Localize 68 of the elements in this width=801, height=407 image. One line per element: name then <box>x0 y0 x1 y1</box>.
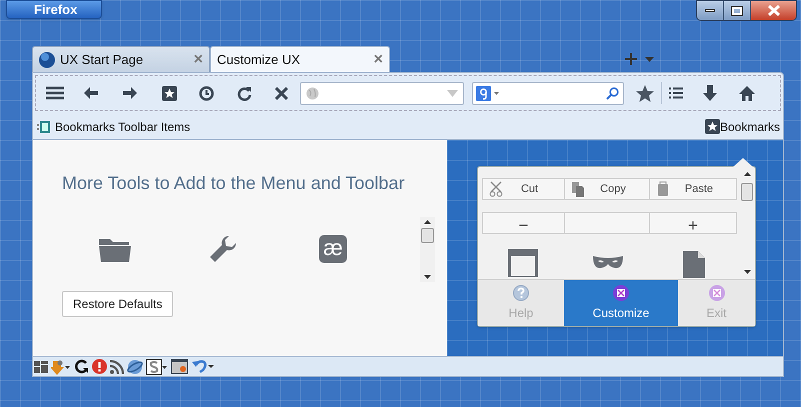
sync-icon[interactable] <box>74 359 89 374</box>
forward-arrow-icon[interactable] <box>123 87 137 99</box>
tab-label: Customize UX <box>217 50 300 69</box>
list-icon[interactable] <box>669 87 683 99</box>
tab-close-button[interactable]: × <box>374 52 383 68</box>
dropdown-arrow-icon[interactable] <box>645 56 654 62</box>
minimize-button[interactable] <box>697 1 724 20</box>
wrench-icon[interactable] <box>209 235 237 263</box>
clock-icon[interactable] <box>199 86 214 100</box>
scroll-up-icon[interactable] <box>424 220 431 224</box>
mask-icon[interactable] <box>593 255 623 269</box>
customize-icon <box>613 284 629 300</box>
window-icon[interactable] <box>508 249 538 277</box>
tab[interactable]: Customize UX × <box>210 46 390 72</box>
scroll-up-icon[interactable] <box>744 172 750 176</box>
clipboard-icon <box>656 181 670 197</box>
s-dropdown-icon[interactable] <box>146 358 168 374</box>
zoom-in-button[interactable]: + <box>650 212 737 234</box>
stop-icon[interactable] <box>275 86 288 100</box>
edit-button[interactable]: Paste <box>650 178 737 200</box>
search-icon[interactable] <box>606 86 619 100</box>
menu-icon[interactable] <box>46 86 64 100</box>
bookmarks-menu-button[interactable]: Bookmarks <box>704 118 780 136</box>
scroll-down-icon[interactable] <box>744 270 750 274</box>
maximize-button[interactable] <box>724 1 751 20</box>
alert-icon[interactable] <box>92 359 107 374</box>
customize-button[interactable]: Customize <box>564 280 678 326</box>
text-glyph-icon[interactable]: æ <box>319 235 347 263</box>
exit-icon <box>708 284 724 300</box>
edit-button[interactable]: Cut <box>482 178 565 200</box>
plus-icon[interactable] <box>625 53 637 65</box>
copy-icon <box>571 181 585 197</box>
scrollbar[interactable] <box>420 217 435 282</box>
question-mark-icon <box>513 284 529 300</box>
edit-button[interactable]: Copy <box>565 178 650 200</box>
close-icon <box>768 5 780 16</box>
toolbar-label: Bookmarks Toolbar Items <box>55 118 190 136</box>
address-field[interactable] <box>300 82 464 104</box>
undo-arrow-icon[interactable] <box>191 359 215 374</box>
folder-icon[interactable] <box>99 236 131 262</box>
app-menu-button[interactable]: Firefox <box>6 0 102 19</box>
tab-label: UX Start Page <box>60 50 144 69</box>
scroll-down-icon[interactable] <box>424 275 431 279</box>
scissors-icon <box>489 181 503 197</box>
zoom-out-button[interactable]: − <box>482 212 565 234</box>
feed-icon[interactable] <box>110 360 124 374</box>
browser-globe-icon[interactable] <box>127 358 143 374</box>
bookmarks-toolbar-icon <box>37 120 50 132</box>
tab[interactable]: UX Start Page × <box>32 46 210 72</box>
home-icon[interactable] <box>739 86 755 100</box>
close-button[interactable] <box>751 1 796 20</box>
bookmark-star-icon[interactable] <box>162 86 177 100</box>
layout-icon[interactable] <box>34 360 48 372</box>
star-icon[interactable] <box>636 84 654 102</box>
search-engine-icon[interactable] <box>476 86 491 100</box>
download-arrow-icon[interactable] <box>703 85 717 101</box>
back-arrow-icon[interactable] <box>84 87 98 99</box>
globe-icon <box>39 52 55 68</box>
scroll-thumb[interactable] <box>741 183 753 201</box>
scroll-thumb[interactable] <box>421 228 434 243</box>
dropdown-arrow-icon[interactable] <box>494 92 499 94</box>
restore-defaults-button[interactable]: Restore Defaults <box>62 291 174 317</box>
reload-icon[interactable] <box>237 86 252 100</box>
bookmark-star-icon <box>704 119 720 134</box>
search-field[interactable] <box>472 82 624 104</box>
palette-title: More Tools to Add to the Menu and Toolbar <box>62 172 406 195</box>
globe-icon <box>306 86 319 100</box>
page-icon[interactable] <box>683 251 705 278</box>
